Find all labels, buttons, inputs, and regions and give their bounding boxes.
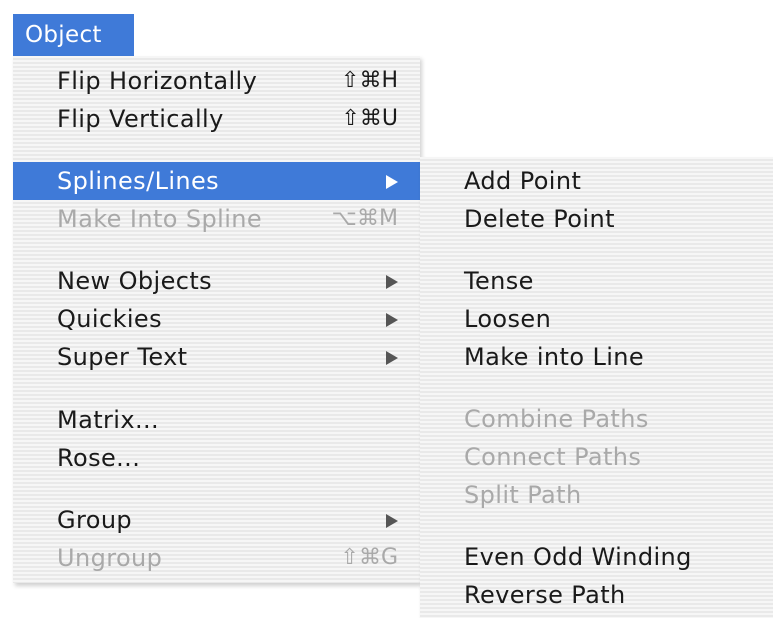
chevron-right-icon [386,313,398,327]
submenu-item-label: Delete Point [464,205,615,233]
chevron-right-icon [386,175,398,189]
menu-item-label: Quickies [57,305,163,333]
menu-item-label: Group [57,506,133,534]
submenu-item-add-point[interactable]: Add Point [420,162,773,200]
menu-item-quickies[interactable]: Quickies [13,300,420,338]
menu-item-label: New Objects [57,267,213,295]
submenu-item-combine-paths: Combine Paths [420,400,773,438]
submenu-item-connect-paths: Connect Paths [420,438,773,476]
menu-item-shortcut: ⇧⌘H [341,68,398,93]
menu-item-flip-vertically[interactable]: Flip Vertically ⇧⌘U [13,100,420,138]
submenu-item-label: Even Odd Winding [464,543,692,571]
menu-item-super-text[interactable]: Super Text [13,338,420,376]
submenu-item-label: Connect Paths [464,443,642,471]
submenu-item-tense[interactable]: Tense [420,262,773,300]
menu-item-label: Flip Vertically [57,105,224,133]
splines-lines-submenu: Add Point Delete Point Tense Loosen Make… [420,157,773,618]
chevron-right-icon [386,275,398,289]
submenu-item-label: Split Path [464,481,582,509]
menu-item-splines-lines[interactable]: Splines/Lines [13,162,420,200]
menu-item-shortcut: ⇧⌘G [340,545,398,570]
submenu-item-label: Loosen [464,305,552,333]
menu-item-label: Ungroup [57,544,163,572]
menu-bar-object[interactable]: Object [13,14,134,56]
submenu-item-split-path: Split Path [420,476,773,514]
object-menu: Flip Horizontally ⇧⌘H Flip Vertically ⇧⌘… [13,56,420,583]
screen: Object Flip Horizontally ⇧⌘H Flip Vertic… [0,0,773,618]
chevron-right-icon [386,514,398,528]
menu-item-rose[interactable]: Rose... [13,439,420,477]
menu-item-label: Matrix... [57,406,160,434]
menu-item-label: Make Into Spline [57,205,263,233]
submenu-item-label: Combine Paths [464,405,649,433]
submenu-item-reverse-path[interactable]: Reverse Path [420,576,773,614]
menu-item-ungroup: Ungroup ⇧⌘G [13,539,420,577]
menu-item-make-into-spline: Make Into Spline ⌥⌘M [13,200,420,238]
menu-item-label: Super Text [57,343,188,371]
submenu-item-label: Add Point [464,167,582,195]
submenu-item-delete-point[interactable]: Delete Point [420,200,773,238]
submenu-item-label: Make into Line [464,343,645,371]
menu-item-shortcut: ⇧⌘U [341,106,398,131]
submenu-item-make-into-line[interactable]: Make into Line [420,338,773,376]
submenu-item-loosen[interactable]: Loosen [420,300,773,338]
menu-item-new-objects[interactable]: New Objects [13,262,420,300]
menu-item-shortcut: ⌥⌘M [331,206,398,231]
chevron-right-icon [386,351,398,365]
submenu-item-label: Tense [464,267,534,295]
menu-item-matrix[interactable]: Matrix... [13,401,420,439]
menu-item-label: Splines/Lines [57,167,220,195]
menu-item-label: Rose... [57,444,141,472]
menu-item-label: Flip Horizontally [57,67,258,95]
submenu-item-even-odd-winding[interactable]: Even Odd Winding [420,538,773,576]
menu-item-group[interactable]: Group [13,501,420,539]
submenu-item-label: Reverse Path [464,581,626,609]
menu-item-flip-horizontally[interactable]: Flip Horizontally ⇧⌘H [13,62,420,100]
